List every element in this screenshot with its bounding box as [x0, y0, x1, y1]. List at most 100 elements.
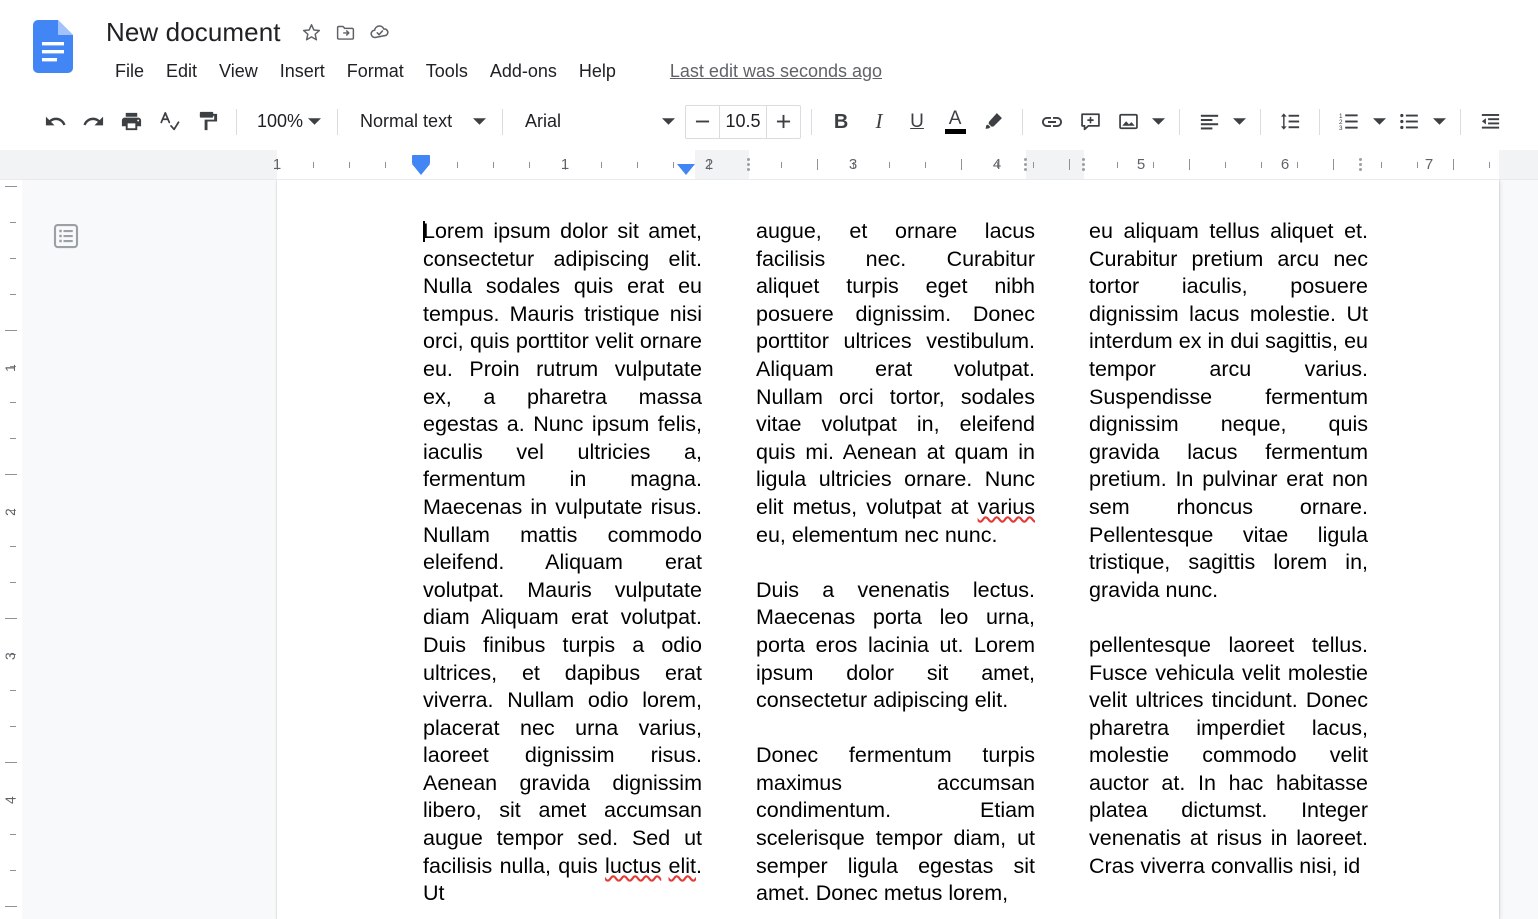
- column-divider-handle[interactable]: [745, 155, 752, 174]
- paint-format-icon[interactable]: [188, 103, 226, 141]
- font-size-input[interactable]: 10.5: [719, 105, 768, 138]
- document-paragraph[interactable]: Donec fermentum turpis maximus accumsan …: [756, 742, 1035, 908]
- ruler-number: 6: [1280, 156, 1290, 173]
- document-body[interactable]: Lorem ipsum dolor sit amet, consectetur …: [423, 218, 1368, 919]
- insert-link-icon[interactable]: [1033, 103, 1071, 141]
- chevron-down-icon[interactable]: [1147, 103, 1169, 141]
- misspelled-word: luctus: [605, 853, 662, 878]
- ruler-number: 3: [848, 156, 858, 173]
- vertical-scrollbar[interactable]: [1524, 180, 1538, 919]
- text-run: augue, et ornare lacus facilisis nec. Cu…: [756, 219, 1035, 519]
- vertical-ruler[interactable]: 1 2 3 4: [0, 180, 22, 919]
- move-to-folder-icon[interactable]: [329, 16, 363, 48]
- document-paragraph[interactable]: Duis a venenatis lectus. Maecenas porta …: [756, 577, 1035, 715]
- google-docs-logo[interactable]: [33, 20, 73, 73]
- document-paragraph[interactable]: eu aliquam tellus aliquet et. Curabitur …: [1089, 218, 1368, 604]
- numbered-list-icon[interactable]: 1 2 3: [1330, 103, 1368, 141]
- left-indent-marker[interactable]: [412, 164, 430, 175]
- align-left-icon[interactable]: [1190, 103, 1228, 141]
- ruler-column-1-area: [277, 150, 695, 179]
- ruler-column-3-area: [1084, 150, 1361, 179]
- menu-item-file[interactable]: File: [104, 56, 155, 86]
- chevron-down-icon[interactable]: [1228, 103, 1250, 141]
- menu-item-edit[interactable]: Edit: [155, 56, 208, 86]
- toolbar-divider: [337, 108, 339, 135]
- ruler-number: 2: [704, 156, 714, 173]
- italic-button[interactable]: I: [860, 103, 898, 141]
- menu-item-tools[interactable]: Tools: [415, 56, 479, 86]
- font-family-label: Arial: [525, 111, 562, 131]
- text-color-label: A: [948, 107, 962, 129]
- vertical-ruler-number: 1: [2, 364, 18, 372]
- document-title-row: New document: [106, 16, 397, 48]
- text-color-button[interactable]: A: [936, 103, 974, 141]
- bold-button[interactable]: B: [822, 103, 860, 141]
- text-run: Donec fermentum turpis maximus accumsan …: [756, 743, 1035, 906]
- text-run: pellentesque laoreet tellus. Fusce vehic…: [1089, 632, 1368, 878]
- toolbar-divider: [236, 108, 237, 135]
- vertical-ruler-page-area: [0, 180, 22, 919]
- chevron-down-icon[interactable]: [1428, 103, 1450, 141]
- highlight-pen-icon[interactable]: [974, 103, 1012, 141]
- column-divider-handle[interactable]: [1022, 155, 1029, 174]
- text-run: [661, 854, 668, 878]
- vertical-ruler-number: 2: [2, 508, 18, 516]
- text-color-swatch: [944, 128, 966, 134]
- cloud-saved-icon[interactable]: [363, 16, 397, 48]
- underline-button[interactable]: U: [898, 103, 936, 141]
- ruler-number: 1: [560, 156, 570, 173]
- horizontal-ruler[interactable]: 1 1 2 3 4 5 6 7: [0, 150, 1538, 180]
- menu-item-insert[interactable]: Insert: [269, 56, 336, 86]
- decrease-font-size-button[interactable]: [686, 106, 719, 138]
- ruler-number: 5: [1136, 156, 1146, 173]
- menu-item-format[interactable]: Format: [336, 56, 415, 86]
- font-family-selector[interactable]: Arial: [513, 103, 681, 141]
- menu-item-help[interactable]: Help: [568, 56, 627, 86]
- underline-label: U: [910, 111, 924, 132]
- ruler-number: 4: [992, 156, 1002, 173]
- line-spacing-icon[interactable]: [1271, 103, 1309, 141]
- chevron-down-icon[interactable]: [468, 103, 490, 141]
- add-comment-icon[interactable]: [1071, 103, 1109, 141]
- toolbar-divider: [811, 108, 813, 135]
- document-outline-icon[interactable]: [49, 219, 82, 252]
- print-icon[interactable]: [112, 103, 150, 141]
- paragraph-style-label: Normal text: [360, 111, 453, 131]
- undo-icon[interactable]: [36, 103, 74, 141]
- chevron-down-icon[interactable]: [1368, 103, 1390, 141]
- chevron-down-icon[interactable]: [657, 103, 679, 141]
- paragraph-style-selector[interactable]: Normal text: [348, 103, 492, 141]
- document-paragraph[interactable]: Lorem ipsum dolor sit amet, consectetur …: [423, 218, 702, 908]
- misspelled-word: elit: [668, 853, 697, 878]
- toolbar-divider: [1179, 108, 1181, 135]
- document-paragraph[interactable]: augue, et ornare lacus facilisis nec. Cu…: [756, 218, 1035, 549]
- star-icon[interactable]: [295, 16, 329, 48]
- insert-image-icon[interactable]: [1109, 103, 1147, 141]
- vertical-ruler-number: 4: [2, 796, 18, 804]
- increase-font-size-button[interactable]: [767, 106, 800, 138]
- menu-item-add-ons[interactable]: Add-ons: [479, 56, 568, 86]
- bold-label: B: [833, 110, 849, 133]
- svg-text:3: 3: [1339, 125, 1343, 132]
- zoom-selector[interactable]: 100%: [247, 103, 327, 141]
- document-paragraph[interactable]: pellentesque laoreet tellus. Fusce vehic…: [1089, 632, 1368, 880]
- ruler-number: 1: [272, 156, 282, 173]
- last-edit-status[interactable]: Last edit was seconds ago: [670, 61, 882, 82]
- page-title[interactable]: New document: [106, 16, 295, 48]
- chevron-down-icon[interactable]: [303, 103, 325, 141]
- italic-label: I: [875, 109, 883, 133]
- redo-icon[interactable]: [74, 103, 112, 141]
- column-divider-handle[interactable]: [1080, 155, 1087, 174]
- spelling-check-icon[interactable]: [150, 103, 188, 141]
- right-indent-marker[interactable]: [677, 164, 695, 175]
- decrease-indent-icon[interactable]: [1471, 103, 1509, 141]
- menu-item-view[interactable]: View: [208, 56, 269, 86]
- misspelled-word: varius: [977, 494, 1035, 519]
- document-page[interactable]: Lorem ipsum dolor sit amet, consectetur …: [277, 180, 1499, 919]
- toolbar-divider: [1022, 108, 1024, 135]
- toolbar-divider: [1460, 108, 1462, 135]
- first-line-indent-marker[interactable]: [412, 155, 430, 164]
- menu-bar: File Edit View Insert Format Tools Add-o…: [104, 56, 882, 86]
- column-divider-handle[interactable]: [1357, 155, 1364, 174]
- bulleted-list-icon[interactable]: [1390, 103, 1428, 141]
